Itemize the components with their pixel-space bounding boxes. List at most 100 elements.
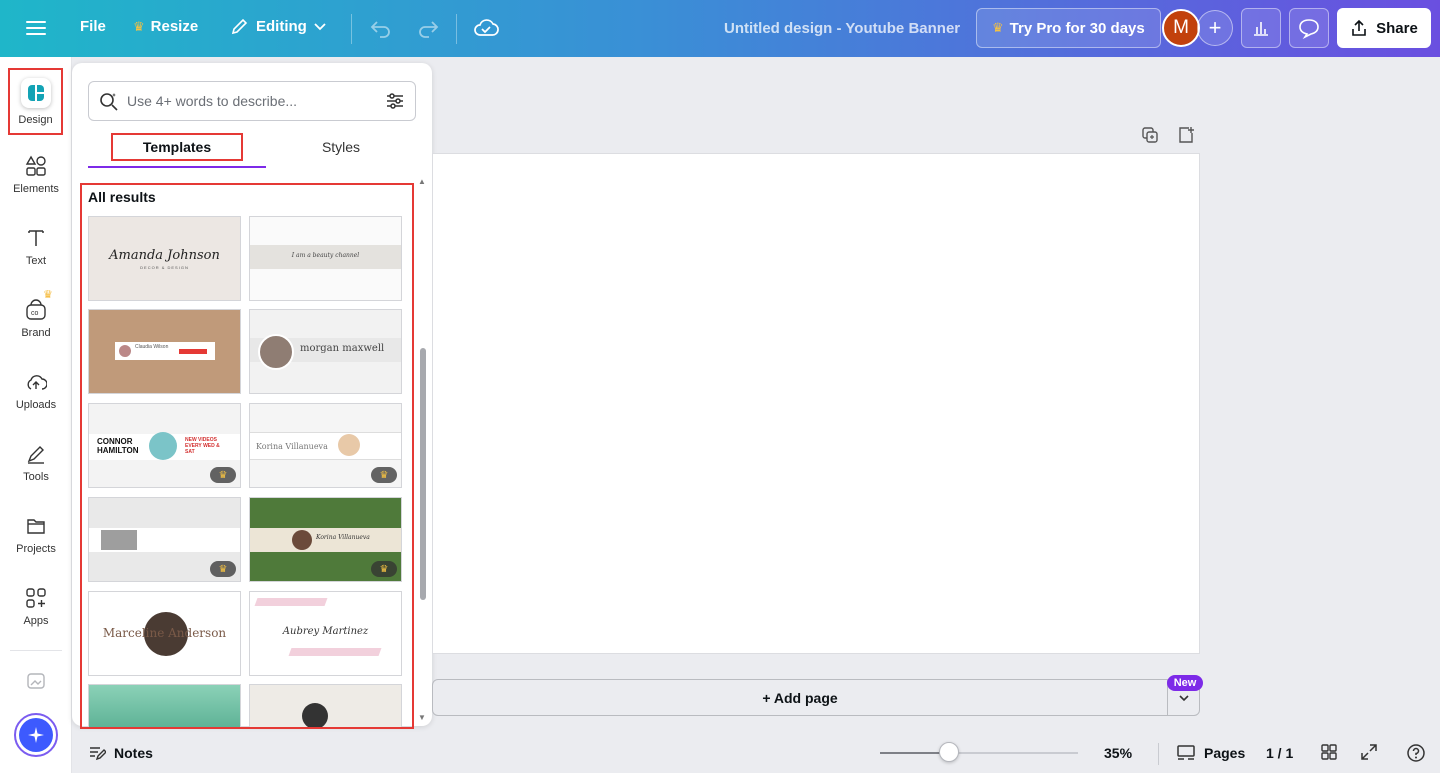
template-search[interactable] [88,81,416,121]
rail-label: Brand [21,327,51,339]
pro-crown-icon: ♛ [371,467,397,483]
template-name: CONNOR HAMILTON [97,437,139,455]
tools-icon [27,446,44,464]
filter-icon[interactable] [385,91,405,111]
zoom-slider-knob[interactable] [939,742,960,762]
tab-styles[interactable]: Styles [268,139,414,155]
template-thumbnail[interactable]: CONNOR HAMILTON NEW VIDEOS EVERY WED & S… [88,403,241,488]
uploads-icon [27,375,47,390]
design-canvas[interactable] [432,153,1200,654]
editing-label: Editing [256,17,307,35]
template-thumbnail[interactable]: morgan maxwell [249,309,402,394]
rail-item-text[interactable]: Text [0,214,72,280]
redo-icon[interactable] [416,16,440,40]
template-name: Aubrey Martinez [282,626,369,637]
rail-item-tools[interactable]: Tools [0,430,72,496]
template-name: Korina Villanueva [256,442,328,451]
avatar [258,334,294,370]
avatar [149,432,177,460]
duplicate-page-icon[interactable] [1141,126,1159,144]
template-thumbnail[interactable]: Korina Villanueva ♛ [249,403,402,488]
template-name: I am a beauty channel [291,252,360,259]
bar-chart-icon [1254,22,1268,36]
template-thumbnail[interactable] [249,684,402,727]
tab-label: Styles [321,139,361,155]
editing-mode-button[interactable]: Editing [230,16,327,36]
scrollbar[interactable] [420,348,426,600]
svg-text:co: co [31,310,39,317]
rail-label: Text [25,255,47,267]
add-collaborator-button[interactable]: + [1197,10,1233,46]
active-tab-indicator [88,166,266,168]
pro-crown-icon: ♛ [210,467,236,483]
template-results: All results Amanda Johnson DECOR & DESIG… [80,183,414,729]
resize-label: Resize [150,18,199,35]
divider [1158,743,1159,765]
scroll-down-arrow[interactable]: ▼ [418,713,426,722]
comments-button[interactable] [1289,8,1329,48]
grid-view-icon[interactable] [1320,743,1338,761]
zoom-slider[interactable] [880,752,1078,754]
magic-assistant-button[interactable] [14,713,58,757]
template-thumbnail[interactable]: Aubrey Martinez [249,591,402,676]
sparkle-icon [19,718,53,752]
user-avatar[interactable]: M [1162,9,1200,47]
add-page-button[interactable]: + Add page [432,679,1167,716]
crown-icon: ♛ [133,18,145,34]
resize-button[interactable]: ♛ Resize [133,18,198,35]
chevron-down-icon [1178,694,1189,701]
share-button[interactable]: Share [1337,8,1431,48]
template-thumbnail[interactable]: Marceline Anderson [88,591,241,676]
template-subtitle: DECOR & DESIGN [140,264,189,270]
pages-button[interactable]: Pages [1176,743,1245,763]
brand-icon: co [26,299,46,320]
try-pro-button[interactable]: ♛ Try Pro for 30 days [976,8,1161,48]
zoom-level[interactable]: 35% [1104,745,1132,761]
elements-icon [25,155,46,176]
undo-icon[interactable] [369,16,393,40]
share-label: Share [1376,19,1418,37]
tab-templates[interactable]: Templates [111,133,243,161]
brush-stroke [254,598,328,606]
template-extra: NEW VIDEOS EVERY WED & SAT [185,437,220,455]
template-thumbnail[interactable]: I am a beauty channel [249,216,402,301]
crown-icon: ♛ [992,20,1004,35]
apps-icon [26,588,46,608]
avatar [302,703,328,727]
insights-button[interactable] [1241,8,1281,48]
template-thumbnail[interactable]: Korina Villanueva ♛ [249,497,402,582]
magic-media-icon[interactable] [26,671,46,691]
pro-crown-icon: ♛ [210,561,236,577]
rail-item-design[interactable]: Design [8,68,63,135]
new-badge: New [1167,675,1203,691]
file-menu-button[interactable]: File [80,18,106,35]
comment-icon [1299,19,1319,39]
document-title[interactable]: Untitled design - Youtube Banner [724,20,960,37]
template-name: Claudia Wilson [135,344,169,350]
cloud-saved-icon[interactable] [473,15,499,41]
add-page-icon[interactable] [1177,126,1195,144]
rail-item-elements[interactable]: Elements [0,142,72,208]
rail-label: Uploads [15,399,57,411]
menu-icon[interactable] [26,18,46,38]
template-thumbnail[interactable]: Claudia Wilson [88,309,241,394]
subscribe-bar [179,349,207,354]
template-card: Claudia Wilson [115,342,215,360]
rail-item-apps[interactable]: Apps [0,574,72,640]
template-name: Amanda Johnson [109,247,220,263]
scroll-up-arrow[interactable]: ▲ [418,177,426,186]
template-thumbnail[interactable] [88,684,241,727]
pages-label: Pages [1204,745,1246,761]
template-thumbnail[interactable]: ♛ [88,497,241,582]
fullscreen-icon[interactable] [1360,743,1378,761]
search-input[interactable] [127,93,377,109]
help-icon[interactable] [1406,743,1426,763]
template-name: morgan maxwell [300,343,385,354]
rail-item-projects[interactable]: Projects [0,502,72,568]
rail-item-uploads[interactable]: Uploads [0,358,72,424]
rail-item-brand[interactable]: ♛ co Brand [0,286,72,352]
divider [10,650,62,651]
template-thumbnail[interactable]: Amanda Johnson DECOR & DESIGN [88,216,241,301]
notes-button[interactable]: Notes [88,744,153,762]
templates-panel: Templates Styles ▲ ▼ All results Amanda … [72,63,432,729]
